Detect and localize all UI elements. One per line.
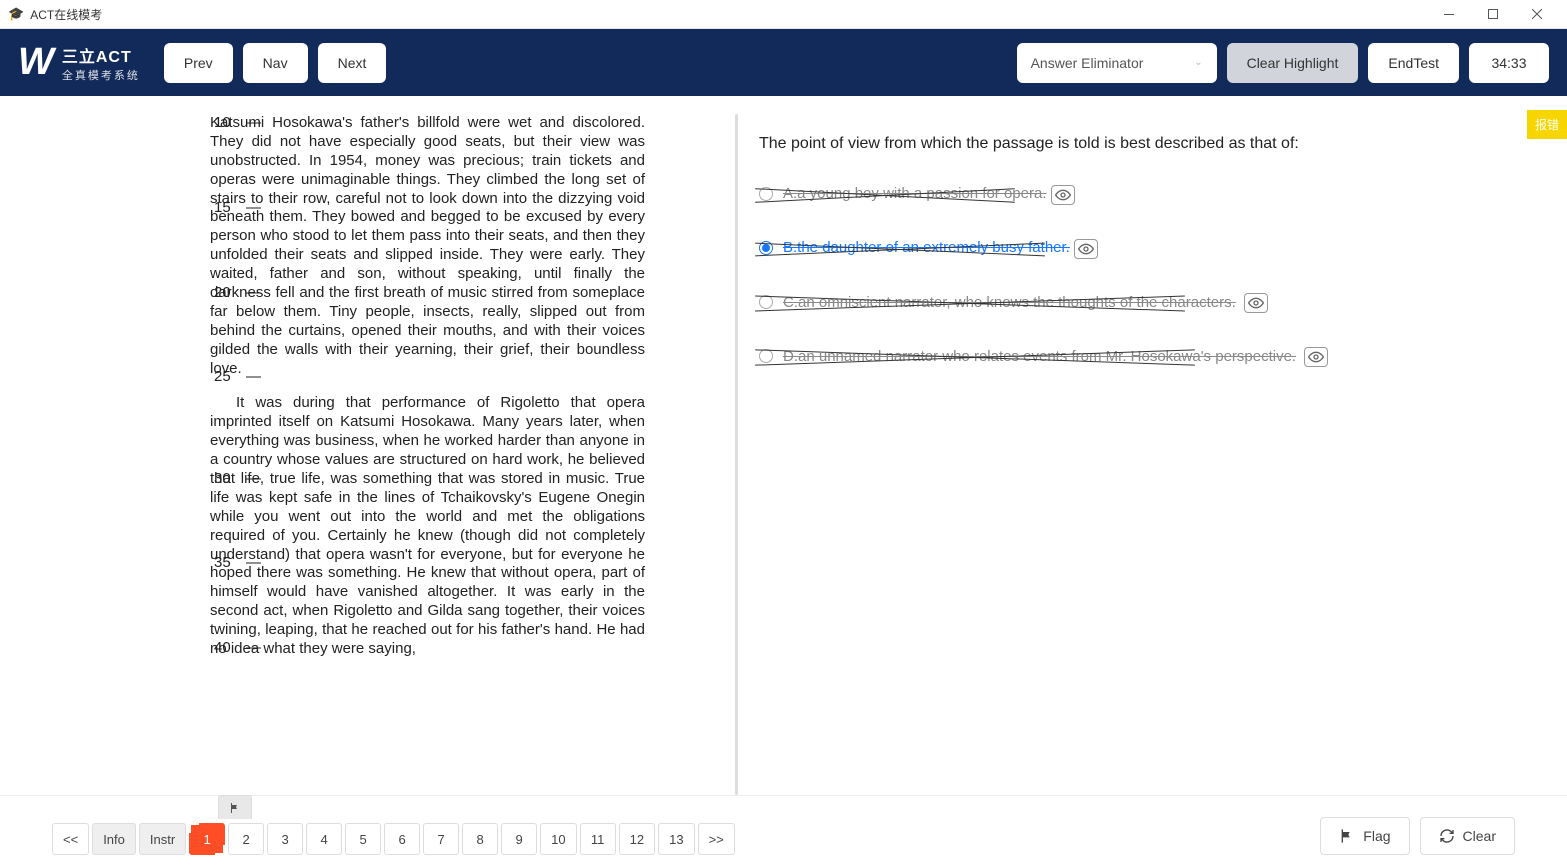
- refresh-icon: [1439, 828, 1455, 844]
- line-number: 10: [214, 114, 231, 133]
- clear-label: Clear: [1463, 828, 1496, 844]
- flag-icon: [1339, 828, 1355, 844]
- chevron-down-icon: ⌄: [1194, 57, 1202, 68]
- minimize-button[interactable]: [1427, 0, 1471, 28]
- nav-q6-button[interactable]: 6: [384, 823, 420, 855]
- choice-a-eye-button[interactable]: [1051, 185, 1075, 205]
- nav-q4-button[interactable]: 4: [306, 823, 342, 855]
- question-pane: The point of view from which the passage…: [735, 96, 1567, 795]
- nav-button[interactable]: Nav: [243, 43, 308, 83]
- choice-d[interactable]: D.an unnamed narrator who relates events…: [759, 347, 1507, 367]
- choice-c-eye-button[interactable]: [1244, 293, 1268, 313]
- nav-q3-button[interactable]: 3: [267, 823, 303, 855]
- line-number: 40: [214, 639, 231, 658]
- choice-a[interactable]: A.a young boy with a passion for opera.: [759, 185, 1507, 205]
- choice-b-text: B.the daughter of an extremely busy fath…: [783, 239, 1070, 256]
- choice-b[interactable]: B.the daughter of an extremely busy fath…: [759, 239, 1507, 259]
- passage-paragraph: It was during that performance of Rigole…: [210, 394, 645, 658]
- brand-title: 三立ACT: [62, 43, 140, 67]
- choice-b-radio[interactable]: [759, 241, 773, 255]
- nav-q5-button[interactable]: 5: [345, 823, 381, 855]
- passage-pane: 10— 15— 20— 25— 30— 35— 40— Katsumi Hoso…: [0, 96, 735, 795]
- brand-subtitle: 全真模考系统: [62, 67, 140, 83]
- close-button[interactable]: [1515, 0, 1559, 28]
- nav-q13-button[interactable]: 13: [658, 823, 694, 855]
- brand-logo: W 三立ACT 全真模考系统: [18, 41, 140, 84]
- choice-c-radio[interactable]: [759, 295, 773, 309]
- prev-button[interactable]: Prev: [164, 43, 233, 83]
- window-title: ACT在线模考: [30, 6, 102, 23]
- nav-instr-button[interactable]: Instr: [139, 823, 186, 855]
- flag-button[interactable]: Flag: [1320, 817, 1409, 855]
- timer-display: 34:33: [1469, 43, 1549, 83]
- nav-q8-button[interactable]: 8: [462, 823, 498, 855]
- clear-button[interactable]: Clear: [1420, 817, 1515, 855]
- maximize-button[interactable]: [1471, 0, 1515, 28]
- line-number: 25: [214, 368, 231, 387]
- choice-d-eye-button[interactable]: [1304, 347, 1328, 367]
- line-number: 30: [214, 470, 231, 489]
- window-titlebar: 🎓 ACT在线模考: [0, 0, 1567, 29]
- nav-info-button[interactable]: Info: [92, 823, 136, 855]
- next-button[interactable]: Next: [318, 43, 387, 83]
- choice-c-text: C.an omniscient narrator, who knows the …: [783, 294, 1236, 311]
- clear-highlight-button[interactable]: Clear Highlight: [1227, 43, 1359, 83]
- app-icon: 🎓: [8, 6, 24, 22]
- nav-q2-button[interactable]: 2: [228, 823, 264, 855]
- choice-a-radio[interactable]: [759, 187, 773, 201]
- passage-text: 10— 15— 20— 25— 30— 35— 40— Katsumi Hoso…: [0, 114, 735, 659]
- choice-c[interactable]: C.an omniscient narrator, who knows the …: [759, 293, 1507, 313]
- flag-icon: [229, 802, 241, 814]
- content-area: 报错 10— 15— 20— 25— 30— 35— 40— Katsumi H…: [0, 96, 1567, 795]
- choice-d-radio[interactable]: [759, 349, 773, 363]
- question-stem: The point of view from which the passage…: [759, 132, 1507, 155]
- answer-eliminator-select[interactable]: Answer Eliminator ⌄: [1017, 43, 1217, 83]
- flag-label: Flag: [1363, 828, 1390, 844]
- line-number: 35: [214, 554, 231, 573]
- nav-first-button[interactable]: <<: [52, 823, 89, 855]
- report-error-button[interactable]: 报错: [1527, 110, 1567, 139]
- eliminator-label: Answer Eliminator: [1031, 55, 1144, 71]
- question-navigator: << Info Instr 1 2 3 4 5 6 7 8 9 10 11 12…: [0, 795, 1567, 865]
- passage-paragraph: Katsumi Hosokawa's father's billfold wer…: [210, 114, 645, 378]
- end-test-button[interactable]: EndTest: [1368, 43, 1459, 83]
- choice-a-text: A.a young boy with a passion for opera.: [783, 185, 1047, 202]
- nav-buttons: << Info Instr 1 2 3 4 5 6 7 8 9 10 11 12…: [52, 823, 735, 855]
- flag-indicator-tab: [218, 795, 252, 819]
- logo-mark: W: [18, 41, 52, 84]
- nav-q1-button[interactable]: 1: [189, 823, 225, 855]
- choice-b-eye-button[interactable]: [1074, 239, 1098, 259]
- nav-last-button[interactable]: >>: [698, 823, 735, 855]
- nav-q7-button[interactable]: 7: [423, 823, 459, 855]
- nav-q9-button[interactable]: 9: [501, 823, 537, 855]
- line-number: 15: [214, 199, 231, 218]
- pane-divider[interactable]: [735, 114, 738, 795]
- nav-q10-button[interactable]: 10: [540, 823, 576, 855]
- nav-q11-button[interactable]: 11: [580, 823, 616, 855]
- line-number: 20: [214, 284, 231, 303]
- nav-q12-button[interactable]: 12: [619, 823, 655, 855]
- app-header: W 三立ACT 全真模考系统 Prev Nav Next Answer Elim…: [0, 29, 1567, 96]
- choice-d-text: D.an unnamed narrator who relates events…: [783, 348, 1296, 365]
